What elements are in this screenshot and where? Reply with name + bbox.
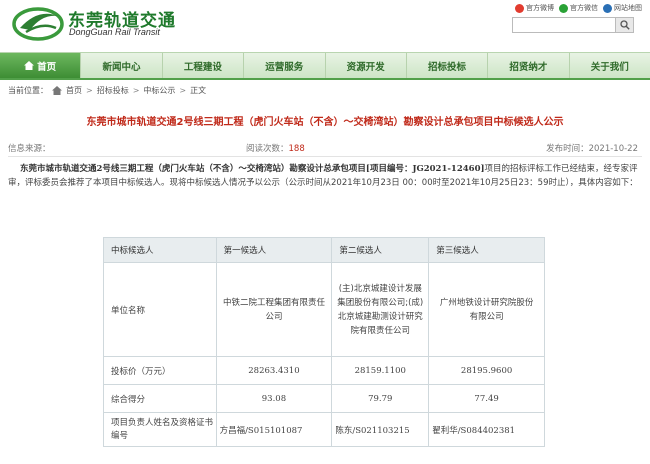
weibo-link[interactable]: 官方微博 xyxy=(515,3,554,13)
publish-info: 发布时间：2021-10-22 xyxy=(496,142,642,154)
breadcrumb-separator-icon: > xyxy=(86,85,93,95)
views-count: 188 xyxy=(288,143,305,154)
home-icon xyxy=(24,61,35,70)
logo-icon[interactable] xyxy=(12,4,68,42)
row-label: 单位名称 xyxy=(103,262,217,357)
nav-item-construction[interactable]: 工程建设 xyxy=(163,53,245,78)
nav-item-label: 招标投标 xyxy=(428,61,467,73)
publish-date: 2021-10-22 xyxy=(588,143,638,154)
nav-item-careers[interactable]: 招贤纳才 xyxy=(488,53,570,78)
table-row: 项目负责人姓名及资格证书编号 方昌福/S015101087 陈东/S021103… xyxy=(103,412,545,447)
breadcrumb-award[interactable]: 中标公示 xyxy=(143,85,175,96)
page-title: 东莞市城市轨道交通2号线三期工程（虎门火车站（不含）～交椅湾站）勘察设计总承包项… xyxy=(86,117,564,128)
nav-item-label: 新闻中心 xyxy=(102,61,141,73)
table-cell: 广州地铁设计研究院股份 有限公司 xyxy=(428,262,545,357)
cell-line: 广州地铁设计研究院股份 xyxy=(439,297,534,308)
table-cell: 28195.9600 xyxy=(428,356,545,385)
wechat-link[interactable]: 官方微信 xyxy=(559,3,598,13)
row-label: 投标价（万元） xyxy=(103,356,217,385)
row-label: 项目负责人姓名及资格证书编号 xyxy=(103,412,217,447)
top-links: 官方微博 官方微信 网站地图 xyxy=(515,2,642,14)
nav-item-label: 关于我们 xyxy=(590,61,629,73)
table-cell: 79.79 xyxy=(331,384,430,413)
sitemap-link[interactable]: 网站地图 xyxy=(603,3,642,13)
table-cell: 28159.1100 xyxy=(331,356,430,385)
breadcrumb-home[interactable]: 首页 xyxy=(66,85,82,96)
views-label: 阅读次数： xyxy=(246,143,289,154)
date-label: 发布时间： xyxy=(546,143,589,154)
table-cell: 中铁二院工程集团有限责任 公司 xyxy=(215,262,333,357)
sitemap-link-label: 网站地图 xyxy=(614,4,642,12)
wechat-link-label: 官方微信 xyxy=(570,4,598,12)
table-cell: 28263.4310 xyxy=(215,356,333,385)
table-header-cell: 第一候选人 xyxy=(215,237,333,263)
nav-item-bidding[interactable]: 招标投标 xyxy=(407,53,489,78)
breadcrumb-label: 当前位置： xyxy=(8,85,48,95)
nav-item-label: 首页 xyxy=(37,61,57,73)
project-name: 东莞市城市轨道交通2号线三期工程（虎门火车站（不含）～交椅湾站）勘察设计总承包项… xyxy=(20,164,485,174)
nav-item-label: 运营服务 xyxy=(265,61,304,73)
breadcrumb-separator-icon: > xyxy=(179,85,187,95)
cell-line: 有限公司 xyxy=(469,311,504,322)
table-cell: 翟利华/S084402381 xyxy=(428,412,545,447)
table-cell: 93.08 xyxy=(215,384,333,413)
breadcrumb-bidding[interactable]: 招标投标 xyxy=(97,85,129,96)
nav-item-label: 资源开发 xyxy=(346,61,385,73)
nav-item-label: 工程建设 xyxy=(183,61,222,73)
brand-name-en: DongGuan Rail Transit xyxy=(69,27,160,37)
nav-item-label: 招贤纳才 xyxy=(509,61,548,73)
cell-line: 中铁二院工程集团有限责任 xyxy=(222,297,325,308)
nav-item-news[interactable]: 新闻中心 xyxy=(81,53,163,78)
article-body: 东莞市城市轨道交通2号线三期工程（虎门火车站（不含）～交椅湾站）勘察设计总承包项… xyxy=(8,163,642,190)
breadcrumb-current: 正文 xyxy=(190,85,207,95)
breadcrumb-separator-icon: > xyxy=(132,85,140,95)
row-label: 综合得分 xyxy=(103,384,217,413)
nav-item-home[interactable]: 首页 xyxy=(0,53,82,78)
table-row: 综合得分 93.08 79.79 77.49 xyxy=(103,384,545,413)
wechat-icon xyxy=(559,3,568,13)
table-cell: 陈东/S021103215 xyxy=(331,412,430,447)
cell-line: 公司 xyxy=(265,311,283,322)
nav-item-resources[interactable]: 资源开发 xyxy=(326,53,407,78)
article-meta: 信息来源： 阅读次数：188 发布时间：2021-10-22 xyxy=(8,141,642,157)
search-input[interactable] xyxy=(512,17,616,33)
weibo-link-label: 官方微博 xyxy=(526,4,554,12)
cell-line: (主)北京城建设计发展 xyxy=(338,283,422,294)
globe-icon xyxy=(603,3,612,13)
table-cell: 方昌福/S015101087 xyxy=(215,412,333,447)
search-icon xyxy=(619,20,630,30)
home-icon xyxy=(52,85,62,95)
source-label: 信息来源： xyxy=(8,143,51,154)
main-nav: 首页 新闻中心 工程建设 运营服务 资源开发 招标投标 招贤纳才 关于我们 xyxy=(0,52,650,80)
candidate-table: 中标候选人 第一候选人 第二候选人 第三候选人 单位名称 中铁二院工程集团有限责… xyxy=(103,237,545,447)
weibo-icon xyxy=(515,3,524,13)
search-button[interactable] xyxy=(616,17,634,33)
site-header: 东莞轨道交通 DongGuan Rail Transit 官方微博 官方微信 网… xyxy=(0,0,650,50)
table-header-cell: 第二候选人 xyxy=(331,237,430,263)
table-cell: 77.49 xyxy=(428,384,545,413)
cell-line: 集团股份有限公司;(成) xyxy=(337,297,424,308)
cell-line: 北京城建勘测设计研究 xyxy=(337,311,423,322)
table-cell: (主)北京城建设计发展 集团股份有限公司;(成) 北京城建勘测设计研究 院有限责… xyxy=(331,262,430,357)
cell-line: 院有限责任公司 xyxy=(350,325,411,336)
table-header-cell: 中标候选人 xyxy=(103,237,217,263)
table-row: 投标价（万元） 28263.4310 28159.1100 28195.9600 xyxy=(103,356,545,385)
nav-item-operation[interactable]: 运营服务 xyxy=(244,53,326,78)
breadcrumb: 当前位置： 首页 > 招标投标 > 中标公示 > 正文 xyxy=(8,84,206,96)
table-row: 单位名称 中铁二院工程集团有限责任 公司 (主)北京城建设计发展 集团股份有限公… xyxy=(103,262,545,357)
table-header-cell: 第三候选人 xyxy=(428,237,545,263)
table-header-row: 中标候选人 第一候选人 第二候选人 第三候选人 xyxy=(103,237,545,263)
nav-item-about[interactable]: 关于我们 xyxy=(570,53,650,78)
views-info: 阅读次数：188 xyxy=(246,142,496,154)
